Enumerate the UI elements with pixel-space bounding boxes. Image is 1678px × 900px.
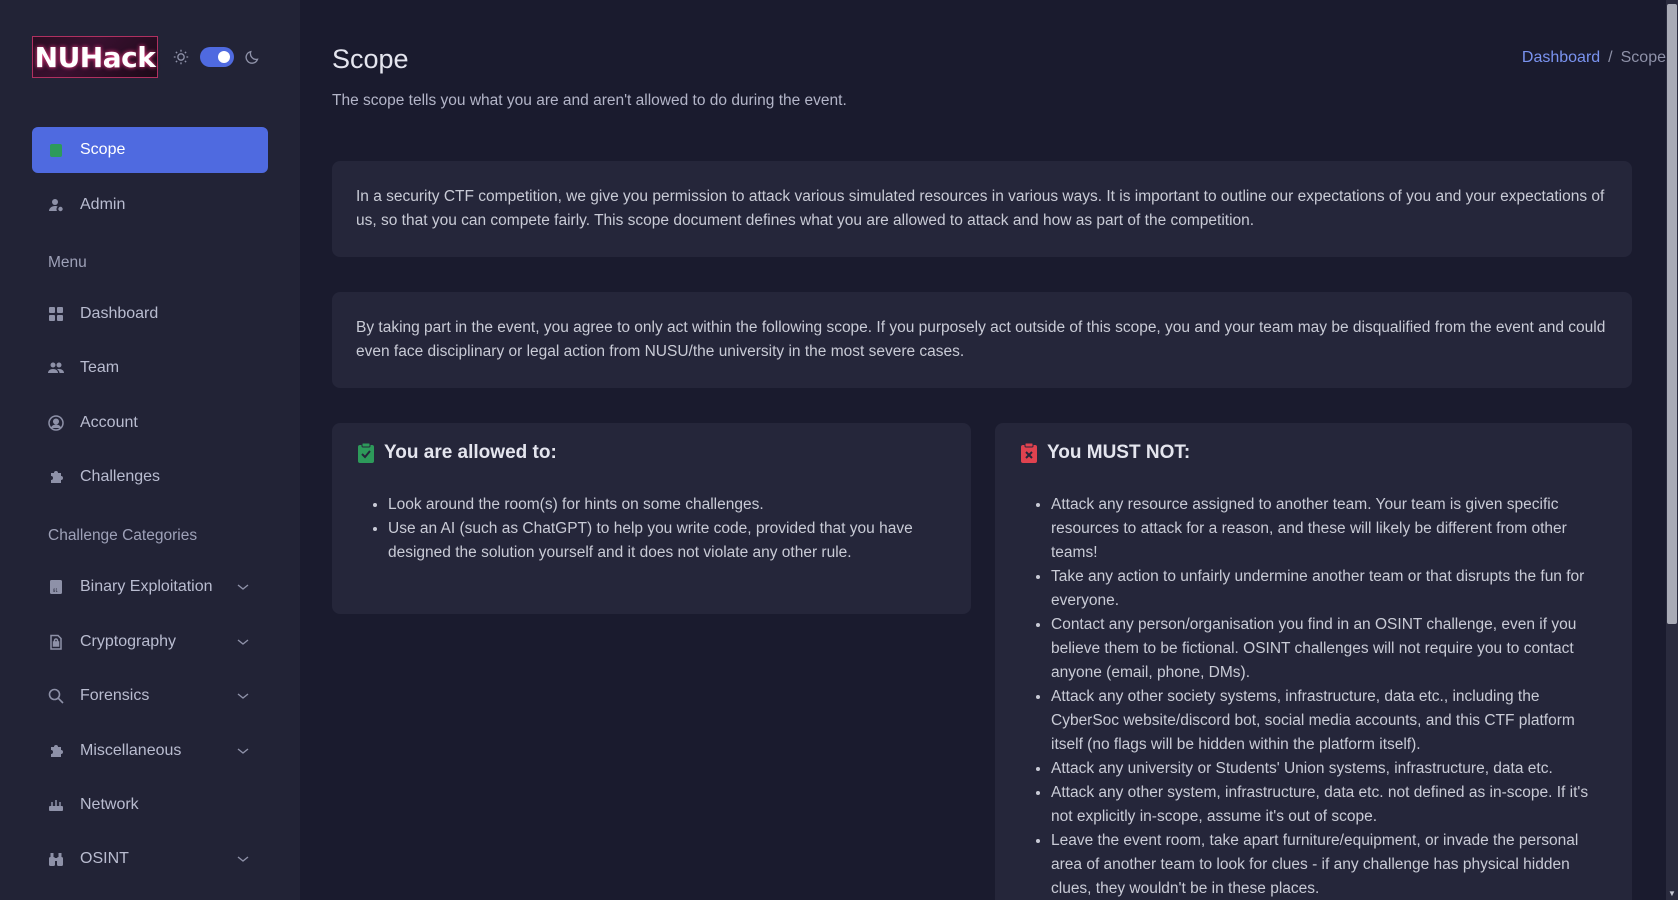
breadcrumb-separator: / [1608,49,1613,66]
sidebar-item-label: OSINT [80,850,129,867]
intro-card-2: By taking part in the event, you agree t… [332,292,1632,388]
theme-switch [172,47,262,67]
sidebar-item-label: Dashboard [80,305,159,322]
sun-icon [172,48,190,66]
users-icon [48,360,64,376]
sidebar-item-label: Miscellaneous [80,742,182,759]
breadcrumb-dashboard-link[interactable]: Dashboard [1522,49,1600,67]
theme-toggle[interactable] [200,47,234,67]
sidebar-item-label: Cryptography [80,633,177,650]
sidebar-item-label: Account [80,414,138,431]
user-circle-icon [48,415,64,431]
sidebar-item-label: Scope [80,141,126,158]
clipboard-x-icon [1019,442,1039,464]
chevron-down-icon [236,852,250,866]
logo[interactable]: NUHack [32,36,158,78]
binoculars-icon [48,851,64,867]
sidebar-item-dashboard[interactable]: Dashboard [32,291,268,337]
allowed-heading: You are allowed to: [356,441,947,465]
chevron-down-icon [236,744,250,758]
list-item: Attack any other system, infrastructure,… [1051,781,1608,829]
intro-paragraph: In a security CTF competition, we give y… [356,188,1605,229]
page-scrollbar[interactable]: ▼ [1666,0,1678,900]
sidebar-item-network[interactable]: Network [32,782,268,828]
scroll-down-icon[interactable]: ▼ [1668,890,1676,898]
sidebar-item-scope[interactable]: Scope [32,127,268,173]
list-item: Use an AI (such as ChatGPT) to help you … [388,517,947,565]
binary-file-icon: 01 [48,579,64,595]
list-item: Look around the room(s) for hints on som… [388,493,947,517]
sidebar: NUHack Scope Admin Menu Dashboard Team A… [0,0,300,900]
allowed-card: You are allowed to: Look around the room… [332,423,971,614]
forbidden-heading: You MUST NOT: [1019,441,1608,465]
puzzle-icon [48,743,64,759]
main-content: Scope The scope tells you what you are a… [300,0,1666,900]
sidebar-item-team[interactable]: Team [32,345,268,391]
sidebar-item-miscellaneous[interactable]: Miscellaneous [32,728,268,774]
brand: NUHack [32,36,262,78]
moon-icon [244,48,262,66]
sidebar-item-admin[interactable]: Admin [32,182,268,228]
list-item: Attack any resource assigned to another … [1051,493,1608,565]
forbidden-title: You MUST NOT: [1047,442,1191,463]
search-icon [48,688,64,704]
sidebar-item-label: Network [80,796,139,813]
list-item: Leave the event room, take apart furnitu… [1051,829,1608,900]
clipboard-check-icon [356,442,376,464]
forbidden-card: You MUST NOT: Attack any resource assign… [995,423,1632,900]
allowed-list: Look around the room(s) for hints on som… [356,493,947,565]
breadcrumb: Dashboard / Scope [1266,49,1666,67]
sidebar-item-label: Team [80,359,120,376]
list-item: Attack any university or Students' Union… [1051,757,1608,781]
intro-card-1: In a security CTF competition, we give y… [332,161,1632,257]
clipboard-icon [48,142,64,158]
chevron-down-icon [236,580,250,594]
page-title: Scope [332,44,409,74]
sidebar-item-label: Admin [80,196,126,213]
chevron-down-icon [236,635,250,649]
list-item: Attack any other society systems, infras… [1051,685,1608,757]
scroll-thumb[interactable] [1667,4,1677,624]
forbidden-list: Attack any resource assigned to another … [1019,493,1608,900]
list-item: Take any action to unfairly undermine an… [1051,565,1608,613]
grid-icon [48,306,64,322]
page-subtitle: The scope tells you what you are and are… [332,92,847,109]
sidebar-item-label: Binary Exploitation [80,578,213,595]
sidebar-item-forensics[interactable]: Forensics [32,673,268,719]
sidebar-item-osint[interactable]: OSINT [32,836,268,882]
menu-section-label: Menu [48,254,87,271]
categories-section-label: Challenge Categories [48,527,198,544]
puzzle-icon [48,469,64,485]
breadcrumb-current: Scope [1620,49,1666,66]
chevron-down-icon [236,689,250,703]
allowed-title: You are allowed to: [384,442,557,463]
sidebar-item-challenges[interactable]: Challenges [32,454,268,500]
router-icon [48,797,64,813]
intro-paragraph: By taking part in the event, you agree t… [356,319,1606,360]
lock-file-icon [48,634,64,650]
list-item: Contact any person/organisation you find… [1051,613,1608,685]
sidebar-item-cryptography[interactable]: Cryptography [32,619,268,665]
user-cog-icon [48,197,64,213]
sidebar-item-label: Forensics [80,687,150,704]
sidebar-item-binary-exploitation[interactable]: 01 Binary Exploitation [32,564,268,610]
sidebar-item-label: Challenges [80,468,161,485]
svg-text:01: 01 [53,588,58,593]
sidebar-item-account[interactable]: Account [32,400,268,446]
